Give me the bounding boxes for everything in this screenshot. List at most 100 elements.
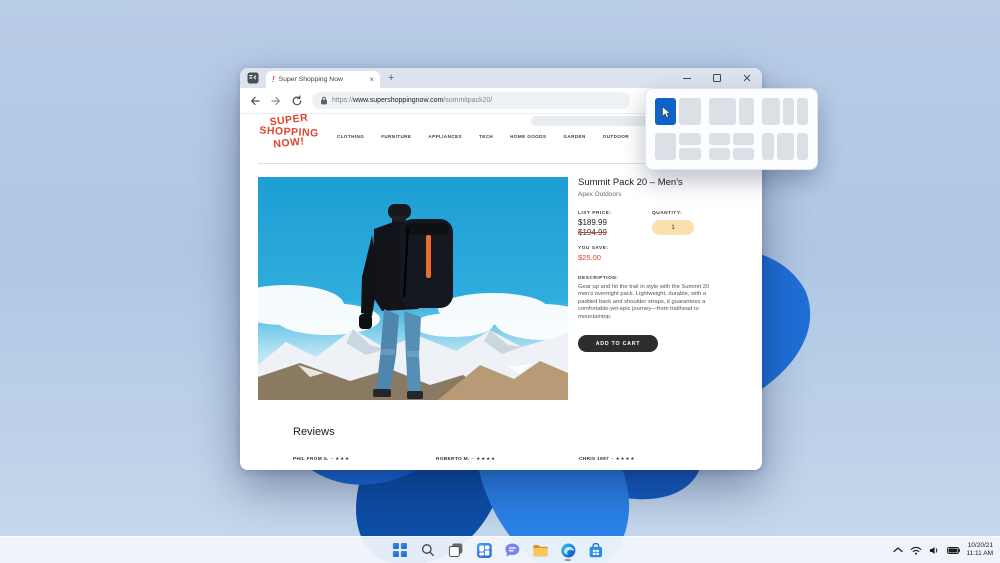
description-text: Gear up and hit the trail in style with …	[578, 284, 710, 320]
snap-zone[interactable]	[708, 133, 730, 145]
reviews-section: Reviews PHIL FROM IL–★★★ Took this on a …	[293, 426, 744, 470]
task-view-button[interactable]	[446, 539, 466, 561]
snap-zone[interactable]	[733, 148, 755, 160]
snap-zone[interactable]	[762, 133, 774, 160]
product-image	[258, 177, 568, 400]
reviews-heading: Reviews	[293, 426, 335, 438]
url-text: https://www.supershoppingnow.com/summitp…	[332, 97, 493, 104]
store-button[interactable]	[586, 539, 606, 561]
snap-zone[interactable]	[708, 148, 730, 160]
snap-layouts-flyout	[645, 88, 818, 170]
task-view-icon	[448, 543, 463, 557]
tray-date: 10/20/21	[967, 542, 993, 549]
tab-title: Super Shopping Now	[278, 76, 343, 83]
quantity-label: QUANTITY:	[652, 211, 683, 216]
minimize-icon[interactable]	[682, 73, 692, 83]
refresh-icon[interactable]	[291, 94, 303, 107]
snap-zone[interactable]	[679, 133, 701, 145]
snap-zone[interactable]	[679, 148, 701, 160]
reviewer-name: CHRIS 1997	[579, 457, 609, 462]
chevron-up-icon[interactable]	[892, 547, 903, 553]
reviews-list: PHIL FROM IL–★★★ Took this on a recent o…	[293, 447, 744, 470]
snap-layout-three-columns-wide-center[interactable]	[762, 133, 808, 160]
snap-zone[interactable]	[796, 133, 808, 160]
quantity-stepper[interactable]: 1	[652, 220, 694, 235]
close-icon[interactable]	[742, 73, 752, 83]
snap-zone[interactable]	[655, 133, 677, 160]
star-rating: ★★★★	[615, 456, 636, 461]
snap-zone[interactable]	[776, 133, 794, 160]
taskbar: 10/20/21 11:11 AM	[0, 536, 1000, 563]
snap-zone[interactable]	[679, 98, 701, 125]
search-icon	[421, 544, 434, 557]
active-app-indicator	[564, 559, 571, 561]
widgets-icon	[476, 542, 492, 558]
windows-logo-icon	[392, 543, 407, 557]
review-item: ROBERTO M.–★★★★ This pack is top quality…	[436, 456, 496, 462]
star-rating: ★★★★	[476, 456, 496, 461]
site-favicon: !	[272, 75, 275, 84]
current-price: $189.99	[578, 218, 607, 227]
volume-icon[interactable]	[929, 546, 940, 555]
snap-zone[interactable]	[762, 98, 780, 125]
list-price-label: LIST PRICE:	[578, 211, 612, 216]
snap-layout-left-half-right-stacked[interactable]	[655, 133, 701, 160]
snap-layout-four-quadrants[interactable]	[708, 133, 755, 160]
forward-icon[interactable]	[270, 95, 282, 107]
add-to-cart-button[interactable]: ADD TO CART	[578, 335, 658, 353]
nav-link[interactable]: HOME GOODS	[510, 134, 546, 139]
nav-link[interactable]: GARDEN	[563, 134, 585, 139]
reviewer-name: ROBERTO M.	[436, 457, 470, 462]
nav-link[interactable]: APPLIANCES	[428, 134, 462, 139]
reviewer-name: PHIL FROM IL	[293, 457, 329, 462]
snap-layout-two-columns[interactable]	[655, 98, 701, 125]
search-button[interactable]	[418, 539, 438, 561]
star-rating: ★★★	[335, 456, 350, 461]
product-brand: Apex Outdoors	[578, 191, 622, 198]
file-explorer-button[interactable]	[530, 539, 550, 561]
chat-icon	[504, 543, 519, 557]
start-button[interactable]	[390, 539, 410, 561]
lock-icon	[321, 96, 327, 105]
snap-layout-two-columns-wide-left[interactable]	[708, 98, 755, 125]
wifi-icon[interactable]	[910, 546, 922, 555]
snap-zone[interactable]	[738, 98, 755, 125]
tray-time: 11:11 AM	[966, 550, 994, 557]
widgets-button[interactable]	[474, 539, 494, 561]
site-logo[interactable]: SUPER SHOPPING NOW!	[250, 114, 328, 151]
snap-zone[interactable]	[733, 133, 755, 145]
nav-link[interactable]: TECH	[479, 134, 493, 139]
battery-icon[interactable]	[946, 546, 960, 554]
snap-zone[interactable]	[782, 98, 794, 125]
vertical-tabs-icon[interactable]	[247, 72, 259, 84]
review-item: PHIL FROM IL–★★★ Took this on a recent o…	[293, 456, 350, 462]
nav-link[interactable]: OUTDOOR	[603, 134, 629, 139]
store-icon	[589, 542, 603, 557]
cursor-icon	[661, 105, 671, 118]
tab-strip: ! Super Shopping Now × +	[240, 68, 762, 88]
snap-layout-three-columns-wide-left[interactable]	[762, 98, 808, 125]
edge-icon	[560, 543, 575, 557]
product-details: Summit Pack 20 – Men's Apex Outdoors LIS…	[578, 177, 710, 353]
snap-zone[interactable]	[708, 98, 736, 125]
nav-link[interactable]: FURNITURE	[381, 134, 411, 139]
edge-button[interactable]	[558, 539, 578, 561]
nav-link[interactable]: CLOTHING	[337, 134, 364, 139]
taskbar-clock[interactable]: 10/20/21 11:11 AM	[967, 542, 994, 558]
address-bar[interactable]: https://www.supershoppingnow.com/summitp…	[312, 92, 630, 109]
new-tab-icon[interactable]: +	[388, 71, 394, 85]
tab-close-icon[interactable]: ×	[369, 75, 374, 84]
browser-tab[interactable]: ! Super Shopping Now ×	[266, 71, 380, 88]
maximize-icon[interactable]	[712, 73, 722, 83]
file-explorer-icon	[532, 544, 548, 556]
review-item: CHRIS 1997–★★★★ Was a little worried abo…	[579, 456, 636, 462]
description-label: DESCRIPTION:	[578, 276, 619, 281]
snap-zone-active[interactable]	[655, 98, 677, 125]
you-save-label: YOU SAVE:	[578, 246, 609, 251]
product-title: Summit Pack 20 – Men's	[578, 177, 683, 188]
back-icon[interactable]	[249, 95, 261, 107]
chat-button[interactable]	[502, 539, 522, 561]
original-price: $194.99	[578, 228, 607, 237]
site-nav: CLOTHING FURNITURE APPLIANCES TECH HOME GOOD…	[337, 134, 629, 139]
snap-zone[interactable]	[796, 98, 808, 125]
